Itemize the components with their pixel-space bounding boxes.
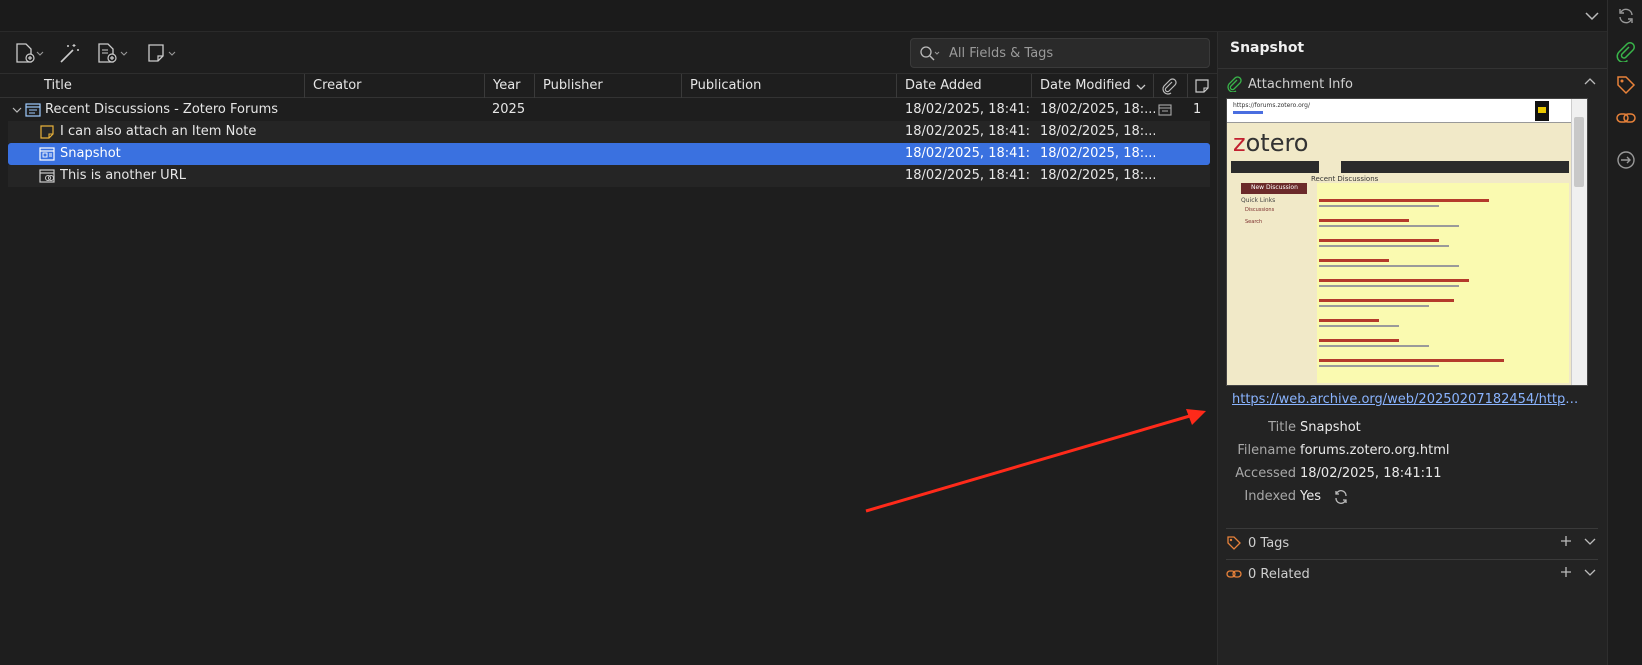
column-date-modified[interactable]: Date Modified	[1031, 74, 1153, 98]
chevron-up-icon[interactable]	[1582, 74, 1598, 90]
twisty-expanded-icon[interactable]	[11, 104, 23, 116]
add-related-icon[interactable]	[1558, 564, 1574, 580]
note-icon	[1195, 79, 1209, 93]
column-publication[interactable]: Publication	[681, 74, 896, 98]
attachment-info-label: Attachment Info	[1248, 76, 1353, 92]
attachment-info-nav-icon[interactable]	[1616, 42, 1636, 62]
table-row[interactable]: I can also attach an Item Note 18/02/202…	[8, 121, 1210, 143]
related-icon	[1226, 570, 1242, 578]
item-year: 2025	[492, 102, 526, 117]
attachment-add-icon	[98, 43, 128, 63]
preview-url-bar: https://forums.zotero.org/	[1227, 99, 1571, 123]
note-add-icon	[148, 44, 176, 62]
item-date-modified: 18/02/2025, 18:...	[1040, 146, 1155, 161]
column-publisher[interactable]: Publisher	[534, 74, 681, 98]
items-toolbar	[0, 32, 1218, 74]
window-titlebar	[0, 0, 1642, 32]
note-icon	[40, 125, 54, 139]
new-item-icon	[16, 43, 44, 63]
item-title: Recent Discussions - Zotero Forums	[45, 102, 279, 117]
preview-discussion-list: Recent Discussions	[1311, 175, 1569, 383]
chevron-down-icon[interactable]	[1582, 533, 1598, 549]
item-date-added: 18/02/2025, 18:41:...	[905, 168, 1030, 183]
attachment-url-link[interactable]: https://web.archive.org/web/202502071824…	[1232, 392, 1582, 407]
field-indexed: Indexed Yes	[1226, 485, 1598, 508]
snapshot-icon	[39, 147, 55, 161]
search-box[interactable]	[910, 38, 1210, 68]
snapshot-attachment-icon[interactable]	[1158, 103, 1172, 117]
locate-icon[interactable]	[1616, 150, 1636, 170]
related-section-header[interactable]: 0 Related	[1226, 562, 1598, 586]
link-icon	[39, 169, 55, 183]
sort-descending-icon	[1136, 84, 1146, 90]
tags-section-header[interactable]: 0 Tags	[1226, 531, 1598, 555]
new-note-button[interactable]	[146, 41, 178, 65]
item-date-added: 18/02/2025, 18:41:...	[905, 146, 1030, 161]
column-notes[interactable]	[1187, 74, 1218, 98]
pane-sidenav	[1607, 0, 1642, 665]
add-tag-icon[interactable]	[1558, 533, 1574, 549]
annotation-arrow	[865, 409, 1206, 513]
reindex-icon[interactable]	[1332, 488, 1350, 506]
table-row[interactable]: Recent Discussions - Zotero Forums 2025 …	[8, 99, 1210, 121]
search-input[interactable]	[949, 43, 1199, 63]
column-title[interactable]: Title	[36, 74, 304, 98]
search-icon	[920, 46, 940, 61]
magic-wand-icon	[60, 44, 79, 63]
item-date-added: 18/02/2025, 18:41:...	[905, 102, 1030, 117]
item-date-modified: 18/02/2025, 18:...	[1040, 124, 1155, 139]
item-date-added: 18/02/2025, 18:41:...	[905, 124, 1030, 139]
pane-title: Snapshot	[1230, 40, 1305, 56]
field-title: Title Snapshot	[1268, 420, 1361, 435]
webpage-icon	[25, 103, 41, 117]
table-row[interactable]: This is another URL 18/02/2025, 18:41:..…	[8, 165, 1210, 187]
tag-icon	[1227, 536, 1241, 550]
field-filename: Filename forums.zotero.org.html	[1237, 443, 1450, 458]
items-list: Recent Discussions - Zotero Forums 2025 …	[8, 99, 1210, 187]
related-nav-icon[interactable]	[1616, 108, 1636, 128]
zotero-logo: zotero	[1233, 129, 1309, 157]
item-title: This is another URL	[60, 168, 186, 183]
tags-label: 0 Tags	[1248, 535, 1290, 551]
add-attachment-button[interactable]	[96, 41, 130, 65]
items-pane: Title Creator Year Publisher Publication…	[0, 32, 1218, 665]
add-by-identifier-button[interactable]	[58, 41, 80, 65]
item-date-modified: 18/02/2025, 18:...	[1040, 168, 1155, 183]
item-date-modified: 18/02/2025, 18:...	[1040, 102, 1155, 117]
column-date-added[interactable]: Date Added	[896, 74, 1031, 98]
preview-scrollbar[interactable]	[1571, 99, 1587, 385]
paperclip-icon	[1227, 76, 1242, 92]
sync-icon[interactable]	[1616, 6, 1636, 26]
chevron-down-icon[interactable]	[1582, 6, 1602, 26]
new-item-button[interactable]	[14, 41, 44, 65]
field-accessed: Accessed 18/02/2025, 18:41:11	[1235, 466, 1442, 481]
snapshot-preview[interactable]: https://forums.zotero.org/ zotero New Di…	[1226, 98, 1588, 386]
column-attachments[interactable]	[1153, 74, 1187, 98]
related-label: 0 Related	[1248, 566, 1310, 582]
item-pane: Snapshot Attachment Info https://forums.…	[1218, 32, 1607, 665]
item-title: I can also attach an Item Note	[60, 124, 257, 139]
item-notes-count: 1	[1193, 102, 1202, 117]
column-header-row: Title Creator Year Publisher Publication…	[0, 74, 1218, 98]
attachment-info-header[interactable]: Attachment Info	[1226, 72, 1598, 96]
paperclip-icon	[1162, 78, 1177, 95]
item-title: Snapshot	[60, 146, 121, 161]
table-row-selected[interactable]: Snapshot 18/02/2025, 18:41:... 18/02/202…	[8, 143, 1210, 165]
tags-nav-icon[interactable]	[1616, 75, 1636, 95]
column-creator[interactable]: Creator	[304, 74, 484, 98]
attachment-fields: Title Snapshot Filename forums.zotero.or…	[1226, 416, 1598, 508]
column-year[interactable]: Year	[484, 74, 534, 98]
chevron-down-icon[interactable]	[1582, 564, 1598, 580]
